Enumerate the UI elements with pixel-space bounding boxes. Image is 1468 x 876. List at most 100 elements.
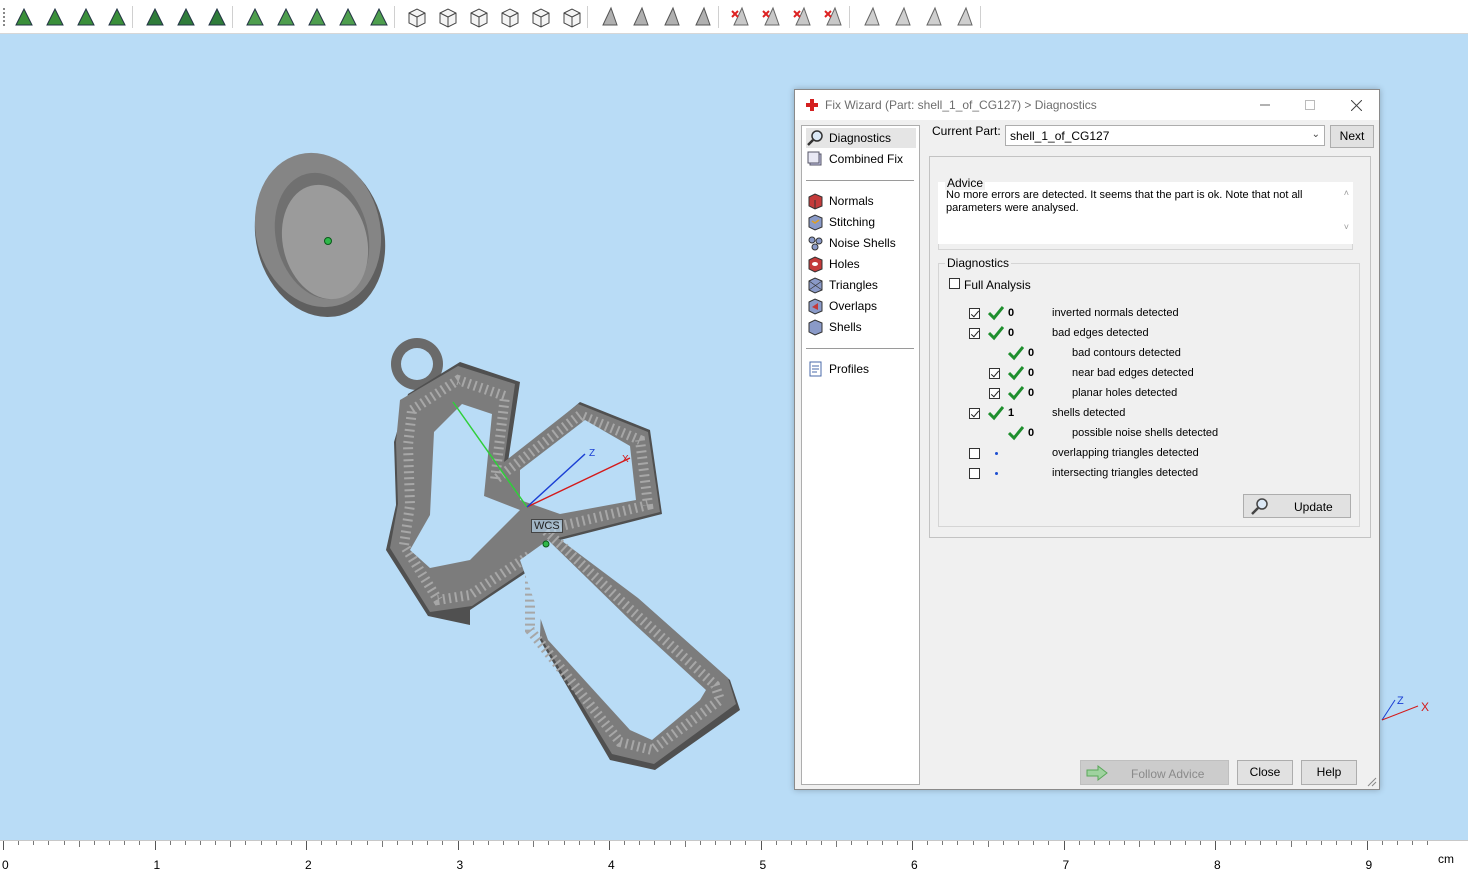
measure-point-icon[interactable] [598,5,622,29]
maximize-button[interactable] [1287,90,1333,120]
ruler-minor-tick [1305,841,1307,845]
mark-plane-icon[interactable] [760,5,784,29]
ruler-minor-tick [48,841,50,845]
select-circle-icon[interactable] [336,5,360,29]
toolbar-grip[interactable] [3,8,7,26]
current-part-value: shell_1_of_CG127 [1010,129,1110,143]
current-part-select[interactable]: shell_1_of_CG127 ⌄ [1005,125,1325,146]
select-ring-icon[interactable] [367,5,391,29]
update-button[interactable]: Update [1243,494,1351,518]
nav-item-normals[interactable]: Normals [806,191,916,211]
scroll-up-icon[interactable]: ˄ [1344,188,1349,198]
row-label: near bad edges detected [1072,367,1194,379]
ruler-minor-tick [578,841,580,845]
help-button[interactable]: Help [1301,760,1357,785]
ruler-minor-tick [230,841,232,847]
ruler-minor-tick [336,841,338,845]
nav-item-label: Triangles [829,278,878,292]
select-sphere-icon[interactable] [274,5,298,29]
shade-icon[interactable] [860,5,884,29]
view-top-icon[interactable] [529,5,553,29]
view-left-icon[interactable] [467,5,491,29]
toolbar-separator [232,6,233,28]
select-curve-icon[interactable] [205,5,229,29]
shade-mesh-icon[interactable] [922,5,946,29]
row-count: 1 [1008,407,1015,419]
nav-item-label: Shells [829,320,862,334]
measure-edge-icon[interactable] [629,5,653,29]
row-label: intersecting triangles detected [1052,467,1199,479]
combined-fix-icon [807,151,822,166]
nav-item-noise-shells[interactable]: Noise Shells [806,233,916,253]
row-checkbox[interactable] [969,328,980,339]
wizard-nav-panel: Diagnostics Combined Fix Normals Stitching… [801,125,920,785]
ruler-minor-tick [836,841,838,847]
row-checkbox[interactable] [989,388,1000,399]
row-checkbox[interactable] [969,408,980,419]
nav-item-triangles[interactable]: Triangles [806,275,916,295]
next-button[interactable]: Next [1330,125,1374,148]
stitching-icon [808,214,823,231]
nav-item-overlaps[interactable]: Overlaps [806,296,916,316]
mark-shell-icon[interactable] [822,5,846,29]
minimize-button[interactable] [1242,90,1288,120]
row-checkbox[interactable] [989,368,1000,379]
shade-blue-icon[interactable] [891,5,915,29]
view-iso-icon[interactable] [560,5,584,29]
close-window-button[interactable] [1333,90,1379,120]
nav-item-holes[interactable]: Holes [806,254,916,274]
measure-angle-icon[interactable] [660,5,684,29]
delete-mark-icon[interactable] [729,5,753,29]
ruler-minor-tick [1290,841,1292,847]
row-checkbox[interactable] [969,308,980,319]
current-part-label: Current Part: [932,124,1001,138]
resize-grip-icon[interactable] [1367,777,1377,787]
ruler-tick-label: 8 [1214,858,1221,872]
select-triangle-icon[interactable] [12,5,36,29]
select-surface-icon[interactable] [43,5,67,29]
nav-item-profiles[interactable]: Profiles [806,359,916,379]
follow-advice-button[interactable]: Follow Advice [1080,760,1229,785]
view-right-icon[interactable] [498,5,522,29]
nav-item-label: Stitching [829,215,876,229]
wcs-label: WCS [531,519,563,533]
dialog-titlebar[interactable]: Fix Wizard (Part: shell_1_of_CG127) > Di… [795,90,1379,120]
shade-grey-icon[interactable] [953,5,977,29]
green-check-icon [987,405,1005,421]
ruler-tick-label: 2 [305,858,312,872]
nav-item-stitching[interactable]: Stitching [806,212,916,232]
select-part-icon[interactable] [105,5,129,29]
toolbar-separator [849,6,850,28]
ruler-minor-tick [654,841,656,845]
select-plane-icon[interactable] [243,5,267,29]
nav-item-diagnostics[interactable]: Diagnostics [806,128,916,148]
select-shell-icon[interactable] [74,5,98,29]
nav-item-combined-fix[interactable]: Combined Fix [806,149,916,169]
close-button[interactable]: Close [1237,760,1293,785]
measure-face-icon[interactable] [691,5,715,29]
ruler-minor-tick [1169,841,1171,845]
ruler-minor-tick [1002,841,1004,845]
green-check-icon [1007,425,1025,441]
ruler-minor-tick [169,841,171,845]
row-checkbox[interactable] [969,448,980,459]
nav-item-shells[interactable]: Shells [806,317,916,337]
select-box-icon[interactable] [143,5,167,29]
select-star-icon[interactable] [305,5,329,29]
row-count: 0 [1008,307,1015,319]
scroll-down-icon[interactable]: ˅ [1344,222,1349,232]
ruler-minor-tick [1321,841,1323,845]
view-front-icon[interactable] [405,5,429,29]
ruler-major-tick [154,841,156,850]
corner-axis-label-z: Z [1397,695,1404,707]
ruler-minor-tick [199,841,201,845]
full-analysis-checkbox[interactable] [949,278,960,289]
view-back-icon[interactable] [436,5,460,29]
row-checkbox[interactable] [969,468,980,479]
ruler-major-tick [760,841,762,850]
select-connected-icon[interactable] [174,5,198,29]
ruler-minor-tick [942,841,944,845]
ruler-minor-tick [1139,841,1141,847]
row-count: 0 [1028,347,1035,359]
mark-surface-icon[interactable] [791,5,815,29]
